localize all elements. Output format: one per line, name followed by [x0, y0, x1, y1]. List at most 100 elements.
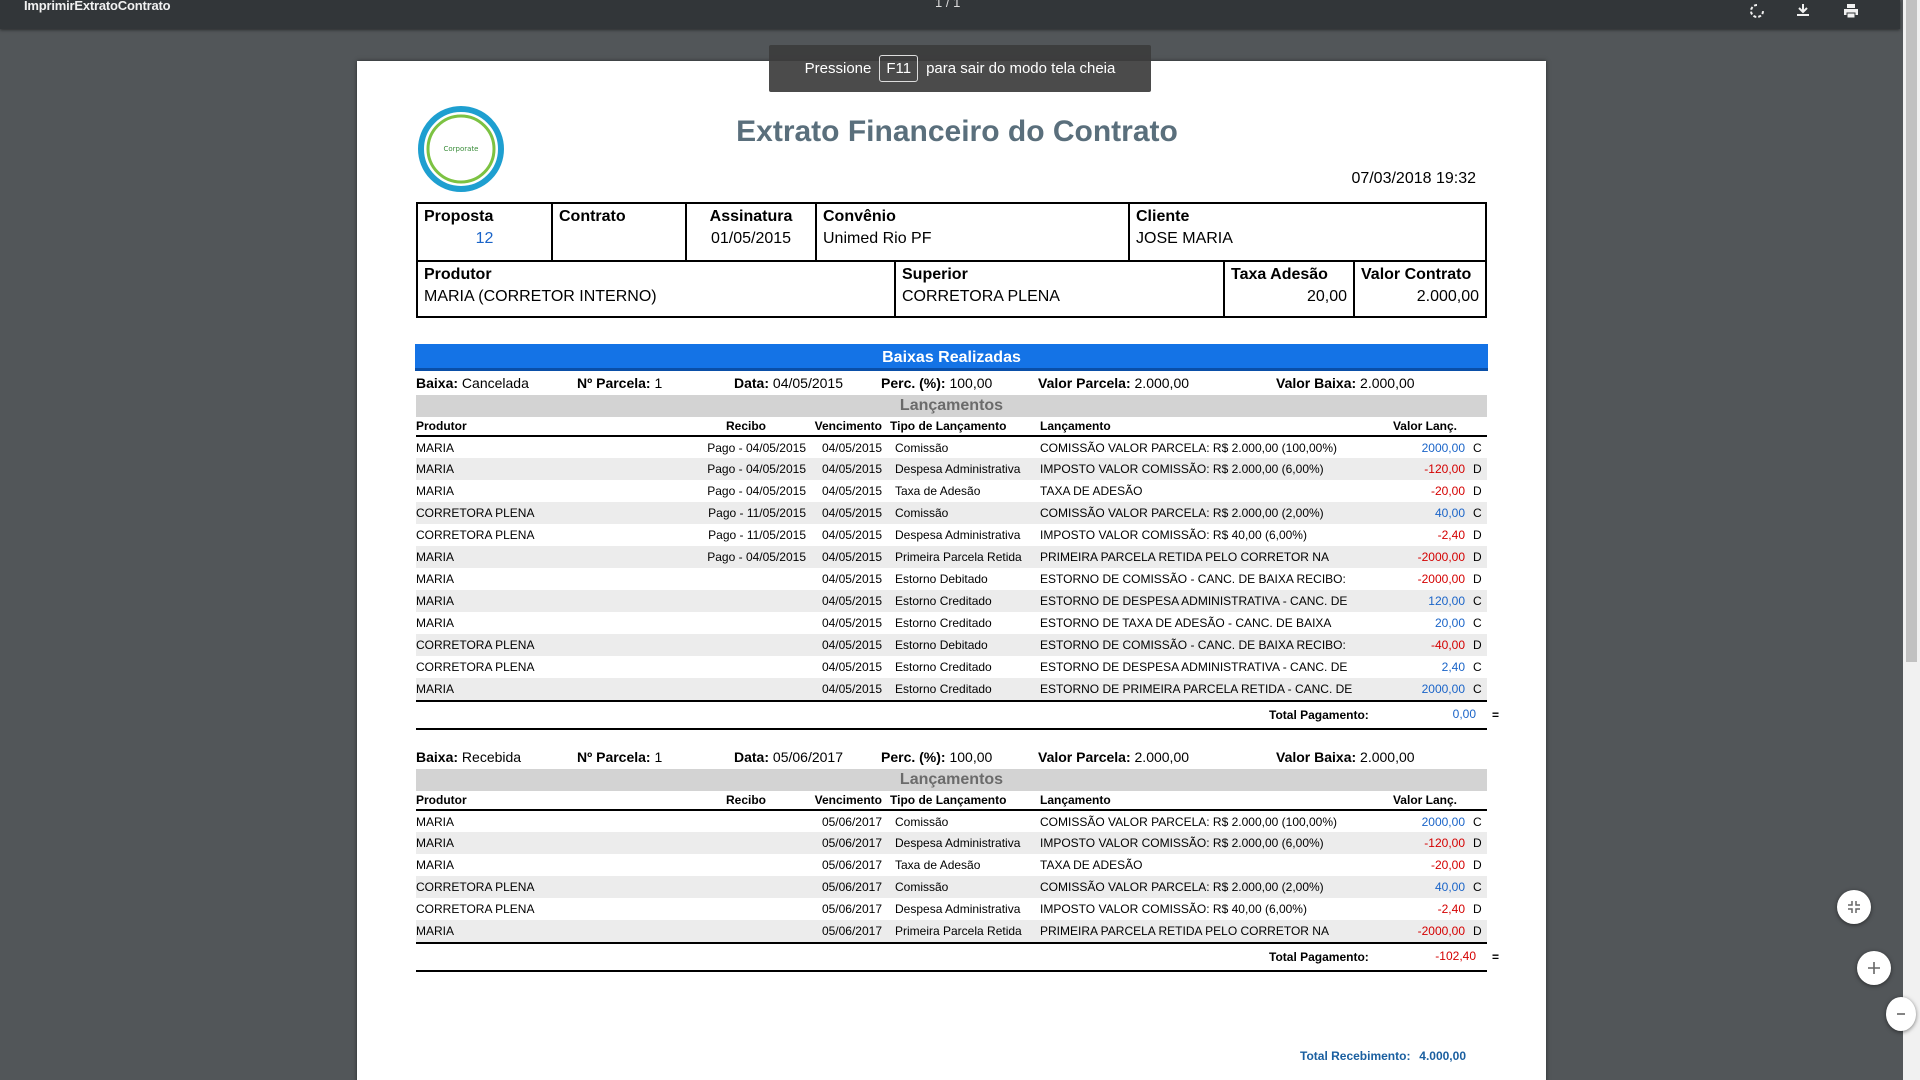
cell-valor: 2000,00: [1368, 678, 1465, 700]
cliente-value: JOSE MARIA: [1136, 230, 1233, 247]
cell-produtor: MARIA: [416, 858, 455, 872]
cell-tipo: Taxa de Adesão: [895, 858, 981, 872]
cell-produtor: CORRETORA PLENA: [416, 502, 686, 524]
table-row: MARIA Pago - 04/05/2015 04/05/2015 Comissão…: [416, 436, 1487, 458]
assinatura-cell: Assinatura 01/05/2015: [687, 204, 817, 260]
col-lancamento: Lançamento: [1034, 417, 1368, 437]
total-pagamento: Total Pagamento: -102,40 =: [416, 942, 1499, 970]
lancamentos-title: Lançamentos: [416, 395, 1487, 417]
table-row: MARIA 04/05/2015 Estorno Creditado ESTORNO …: [416, 590, 1487, 612]
produtor-cell: Produtor MARIA (CORRETOR INTERNO): [418, 262, 896, 316]
cell-recibo: [686, 612, 806, 634]
cell-lancamento: COMISSÃO VALOR PARCELA: R$ 2.000,00 (2,0…: [1034, 876, 1368, 898]
table-row: CORRETORA PLENA Pago - 11/05/2015 04/05/20…: [416, 524, 1487, 546]
print-button[interactable]: [1836, 0, 1866, 22]
parcela-value: 1: [654, 375, 663, 391]
assinatura-label: Assinatura: [709, 208, 793, 225]
cell-valor: -2,40: [1437, 528, 1465, 542]
cell-valor: -2000,00: [1417, 572, 1465, 586]
col-produtor: Produtor: [416, 417, 686, 437]
cell-dc: D: [1465, 458, 1487, 480]
cell-recibo: Pago - 04/05/2015: [707, 484, 806, 498]
cell-valor: -120,00: [1368, 458, 1465, 480]
superior-cell: Superior CORRETORA PLENA: [896, 262, 1225, 316]
table-row: CORRETORA PLENA 05/06/2017 Comissão COMISSÃ…: [416, 876, 1487, 898]
rotate-button[interactable]: [1742, 0, 1772, 22]
vertical-scrollbar[interactable]: [1903, 0, 1920, 1080]
cell-tipo: Primeira Parcela Retida: [882, 546, 1034, 568]
parcela-value: 1: [654, 749, 663, 765]
cell-lancamento: ESTORNO DE COMISSÃO - CANC. DE BAIXA REC…: [1034, 634, 1368, 656]
cell-tipo: Estorno Creditado: [882, 590, 1034, 612]
cell-dc: C: [1465, 678, 1487, 700]
total-pagamento-label: Total Pagamento:: [1269, 950, 1369, 964]
superior-label: Superior: [902, 266, 968, 283]
cell-produtor: CORRETORA PLENA: [416, 876, 686, 898]
fit-page-button[interactable]: [1837, 890, 1871, 924]
valor-parcela-value: 2.000,00: [1134, 749, 1190, 765]
baixa-header: Baixa: Recebida Nº Parcela: 1 Data: 05/06/…: [416, 747, 1487, 769]
cell-lancamento: IMPOSTO VALOR COMISSÃO: R$ 40,00 (6,00%): [1040, 528, 1307, 542]
cell-vencimento: 05/06/2017: [806, 876, 882, 898]
cell-recibo: Pago - 04/05/2015: [686, 546, 806, 568]
valor-parcela-value: 2.000,00: [1134, 375, 1190, 391]
company-logo: Corporate: [418, 106, 504, 192]
cell-dc: C: [1473, 616, 1482, 630]
cell-dc: C: [1465, 502, 1487, 524]
cell-vencimento: 04/05/2015: [821, 484, 882, 498]
data-label: Data:: [734, 749, 770, 765]
table-row: CORRETORA PLENA 04/05/2015 Estorno Credita…: [416, 656, 1487, 678]
convenio-cell: Convênio Unimed Rio PF: [817, 204, 1130, 260]
table-header: Produtor Recibo Vencimento Tipo de Lançamen…: [416, 791, 1487, 811]
cell-vencimento: 05/06/2017: [821, 858, 882, 872]
cell-tipo: Despesa Administrativa: [895, 902, 1021, 916]
lancamentos-table: Produtor Recibo Vencimento Tipo de Lançamen…: [416, 417, 1487, 700]
zoom-in-icon: [1868, 962, 1880, 974]
cell-vencimento: 04/05/2015: [806, 590, 882, 612]
table-row: MARIA 05/06/2017 Comissão COMISSÃO VALOR PA…: [416, 810, 1487, 832]
zoom-out-button[interactable]: [1886, 997, 1916, 1031]
cell-lancamento: IMPOSTO VALOR COMISSÃO: R$ 2.000,00 (6,0…: [1034, 832, 1368, 854]
col-produtor: Produtor: [416, 791, 686, 811]
logo-text: Corporate: [444, 145, 479, 153]
zoom-in-button[interactable]: [1857, 951, 1891, 985]
taxa-cell: Taxa Adesão 20,00: [1225, 262, 1355, 316]
cell-produtor: MARIA: [416, 572, 455, 586]
cell-tipo: Comissão: [895, 440, 949, 455]
assinatura-value: 01/05/2015: [710, 230, 792, 247]
proposta-value[interactable]: 12: [424, 230, 545, 248]
toast-suffix: para sair do modo tela cheia: [926, 60, 1116, 77]
cell-tipo: Primeira Parcela Retida: [882, 920, 1034, 942]
cell-produtor: CORRETORA PLENA: [416, 528, 535, 542]
cell-valor: -2000,00: [1368, 920, 1465, 942]
cell-vencimento: 04/05/2015: [821, 616, 882, 630]
cell-lancamento: ESTORNO DE DESPESA ADMINISTRATIVA - CANC…: [1034, 590, 1368, 612]
cliente-label: Cliente: [1136, 208, 1190, 225]
parcela-label: Nº Parcela:: [577, 749, 651, 765]
data-label: Data:: [734, 375, 770, 391]
print-timestamp: 07/03/2018 19:32: [1351, 170, 1476, 187]
valor-baixa-label: Valor Baixa:: [1276, 749, 1357, 765]
cell-produtor: MARIA: [416, 458, 686, 480]
toast-prefix: Pressione: [804, 60, 872, 77]
cell-tipo: Estorno Debitado: [895, 572, 988, 586]
cell-lancamento: COMISSÃO VALOR PARCELA: R$ 2.000,00 (100…: [1040, 440, 1338, 455]
col-recibo: Recibo: [686, 791, 806, 811]
cell-vencimento: 05/06/2017: [806, 920, 882, 942]
cell-recibo: [686, 634, 806, 656]
cell-lancamento: IMPOSTO VALOR COMISSÃO: R$ 40,00 (6,00%): [1040, 902, 1307, 916]
cell-recibo: Pago - 11/05/2015: [708, 528, 806, 542]
cell-tipo: Comissão: [895, 814, 949, 829]
cell-recibo: [686, 568, 806, 590]
baixa-label: Baixa:: [416, 749, 459, 765]
col-recibo: Recibo: [686, 417, 806, 437]
cell-tipo: Comissão: [882, 876, 1034, 898]
scrollbar-thumb[interactable]: [1906, 0, 1917, 662]
table-row: CORRETORA PLENA 04/05/2015 Estorno Debitad…: [416, 634, 1487, 656]
download-button[interactable]: [1788, 0, 1818, 22]
cell-tipo: Despesa Administrativa: [895, 528, 1021, 542]
cell-vencimento: 04/05/2015: [821, 528, 882, 542]
baixa-section: Baixa: Cancelada Nº Parcela: 1 Data: 04/05…: [416, 373, 1499, 730]
valor-baixa-label: Valor Baixa:: [1276, 375, 1357, 391]
cell-recibo: [686, 678, 806, 700]
